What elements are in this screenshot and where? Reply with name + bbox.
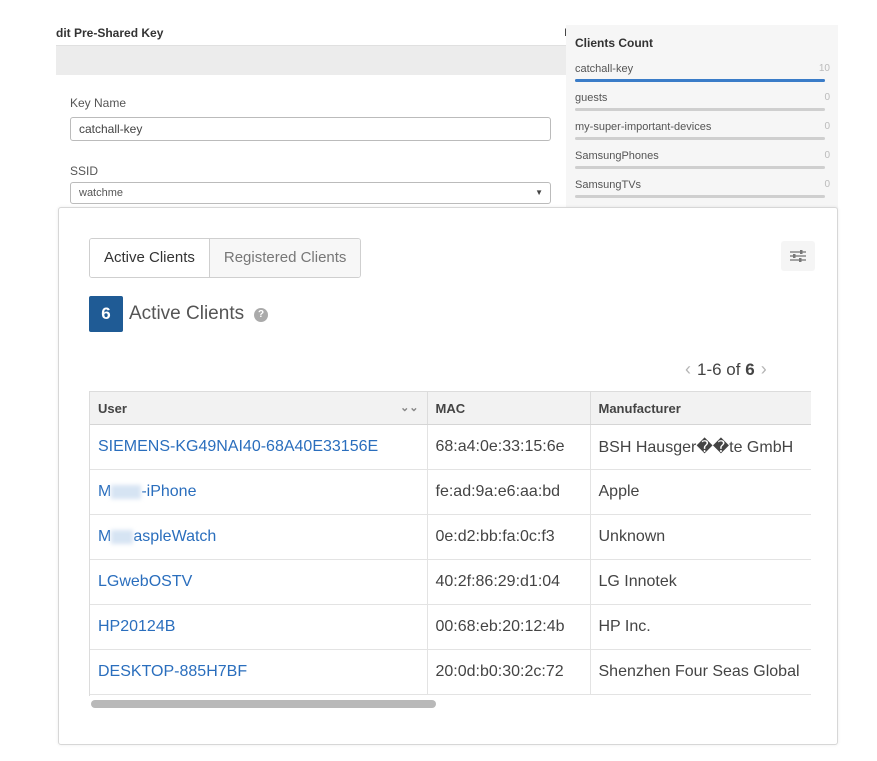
- table-header-row: User ⌄⌄ MAC Manufacturer: [90, 391, 811, 425]
- sort-chevron-icon[interactable]: ⌄⌄: [400, 401, 418, 414]
- table-row[interactable]: MaspleWatch 0e:d2:bb:fa:0c:f3 Unknown: [90, 514, 811, 560]
- cell-manufacturer: Apple: [590, 469, 811, 515]
- scrollbar-thumb[interactable]: [91, 700, 436, 708]
- active-clients-card: Active Clients Registered Clients 6 Acti…: [58, 207, 838, 745]
- client-user-prefix: M: [98, 483, 112, 500]
- pager-total: 6: [745, 359, 755, 379]
- clients-count-row[interactable]: my-super-important-devices 0: [575, 116, 830, 140]
- cell-manufacturer: LG Innotek: [590, 559, 811, 605]
- table-row[interactable]: SIEMENS-KG49NAI40-68A40E33156E 68:a4:0e:3…: [90, 424, 811, 470]
- table-row[interactable]: DESKTOP-885H7BF 20:0d:b0:30:2c:72 Shenzhen…: [90, 649, 811, 695]
- cell-user: LGwebOSTV: [90, 559, 428, 605]
- ssid-select-value: watchme: [79, 187, 124, 199]
- column-header-mac[interactable]: MAC: [427, 391, 591, 425]
- clients-count-row[interactable]: SamsungTVs 0: [575, 174, 830, 198]
- table-row[interactable]: HP20124B 00:68:eb:20:12:4b HP Inc.: [90, 604, 811, 650]
- key-name-label: Key Name: [70, 96, 127, 110]
- cell-mac: 20:0d:b0:30:2c:72: [427, 649, 591, 695]
- clients-count-row-count: 0: [824, 150, 830, 161]
- clients-count-row-count: 10: [818, 63, 830, 74]
- clients-count-row-count: 0: [824, 92, 830, 103]
- help-icon[interactable]: ?: [254, 308, 268, 322]
- clients-count-row[interactable]: SamsungPhones 0: [575, 145, 830, 169]
- clients-count-row-count: 0: [824, 179, 830, 190]
- clients-count-row[interactable]: catchall-key 10: [575, 58, 830, 82]
- column-header-user[interactable]: User ⌄⌄: [90, 391, 428, 425]
- redacted-text: [111, 484, 142, 499]
- client-user-link[interactable]: DESKTOP-885H7BF: [98, 663, 247, 680]
- ssid-select[interactable]: watchme ▼: [70, 182, 551, 204]
- psk-header-band: [56, 45, 566, 75]
- clients-count-row-count: 0: [824, 121, 830, 132]
- cell-user: SIEMENS-KG49NAI40-68A40E33156E: [90, 424, 428, 470]
- ssid-label: SSID: [70, 164, 99, 178]
- client-user-link[interactable]: MaspleWatch: [98, 528, 216, 545]
- chevron-right-icon[interactable]: ›: [761, 359, 767, 380]
- cell-manufacturer: Unknown: [590, 514, 811, 560]
- table-row[interactable]: M -iPhone fe:ad:9a:e6:aa:bd Apple: [90, 469, 811, 515]
- cell-user: HP20124B: [90, 604, 428, 650]
- client-user-prefix: M: [98, 528, 112, 545]
- clients-count-bar-fill: [575, 79, 825, 82]
- chevron-left-icon[interactable]: ‹: [685, 359, 691, 380]
- clients-count-row[interactable]: guests 0: [575, 87, 830, 111]
- client-user-suffix: aspleWatch: [133, 528, 217, 545]
- cell-mac: 68:a4:0e:33:15:6e: [427, 424, 591, 470]
- column-header-user-label: User: [98, 400, 127, 416]
- client-user-link[interactable]: LGwebOSTV: [98, 573, 192, 590]
- clients-count-panel: Clients Count catchall-key 10 guests 0 my-su…: [566, 25, 838, 210]
- cell-manufacturer: HP Inc.: [590, 604, 811, 650]
- table-row[interactable]: LGwebOSTV 40:2f:86:29:d1:04 LG Innotek: [90, 559, 811, 605]
- client-tabs: Active Clients Registered Clients: [89, 238, 362, 278]
- tab-active-clients[interactable]: Active Clients: [90, 239, 210, 277]
- pager-range: 1-6 of: [697, 359, 741, 379]
- pager: ‹ 1-6 of 6 ›: [685, 359, 767, 380]
- column-header-manufacturer[interactable]: Manufacturer: [590, 391, 811, 425]
- cell-manufacturer: BSH Hausger��te GmbH: [590, 424, 811, 470]
- clients-count-row-label: my-super-important-devices: [575, 121, 712, 133]
- client-user-suffix: -iPhone: [141, 483, 197, 500]
- active-count-badge: 6: [89, 296, 123, 332]
- column-settings-button[interactable]: [781, 241, 815, 271]
- clients-count-bar: [575, 195, 825, 198]
- clients-count-row-label: SamsungTVs: [575, 179, 642, 191]
- clients-count-bar: [575, 166, 825, 169]
- cell-manufacturer: Shenzhen Four Seas Global: [590, 649, 811, 695]
- tab-registered-clients[interactable]: Registered Clients: [209, 239, 361, 277]
- active-count-label: Active Clients: [129, 303, 245, 324]
- key-name-input[interactable]: catchall-key: [70, 117, 551, 141]
- horizontal-scrollbar[interactable]: [89, 700, 811, 710]
- client-user-link[interactable]: M -iPhone: [98, 483, 196, 500]
- cell-mac: 00:68:eb:20:12:4b: [427, 604, 591, 650]
- client-user-link[interactable]: SIEMENS-KG49NAI40-68A40E33156E: [98, 438, 378, 455]
- clients-table: User ⌄⌄ MAC Manufacturer SIEMENS-KG49NAI…: [89, 391, 811, 696]
- sliders-icon: [790, 250, 806, 262]
- cell-user: DESKTOP-885H7BF: [90, 649, 428, 695]
- cell-mac: fe:ad:9a:e6:aa:bd: [427, 469, 591, 515]
- clients-count-bar: [575, 79, 825, 82]
- clients-count-row-label: guests: [575, 92, 608, 104]
- client-user-link[interactable]: HP20124B: [98, 618, 175, 635]
- cell-user: MaspleWatch: [90, 514, 428, 560]
- cell-mac: 40:2f:86:29:d1:04: [427, 559, 591, 605]
- cell-user: M -iPhone: [90, 469, 428, 515]
- psk-form-title: dit Pre-Shared Key: [56, 26, 164, 40]
- clients-count-row-label: catchall-key: [575, 63, 634, 75]
- clients-count-title: Clients Count: [575, 36, 653, 50]
- cell-mac: 0e:d2:bb:fa:0c:f3: [427, 514, 591, 560]
- clients-count-bar: [575, 137, 825, 140]
- pager-text: 1-6 of 6: [697, 360, 755, 380]
- redacted-text: [111, 529, 134, 544]
- chevron-down-icon: ▼: [535, 188, 543, 197]
- clients-count-row-label: SamsungPhones: [575, 150, 659, 162]
- clients-count-bar: [575, 108, 825, 111]
